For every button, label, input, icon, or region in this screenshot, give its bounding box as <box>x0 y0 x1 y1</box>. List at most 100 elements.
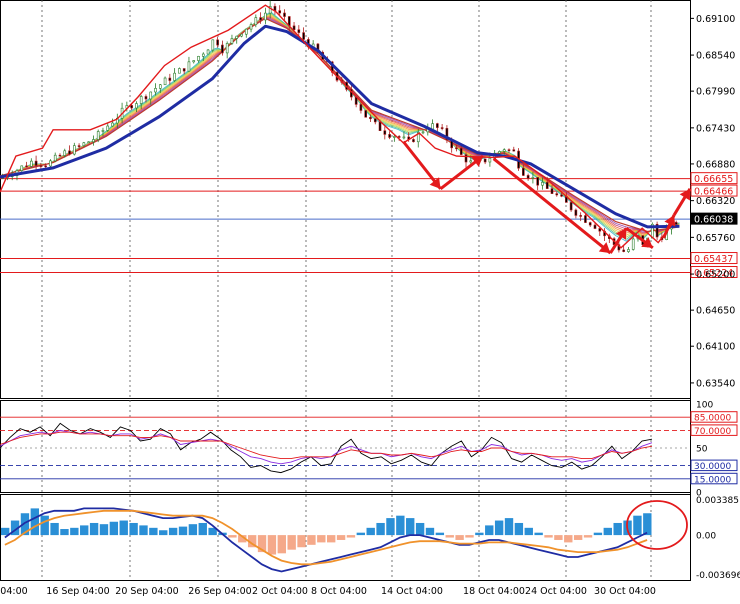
rsi-tick-label: 15.0000 <box>694 475 731 485</box>
macd-histogram-bar <box>307 535 316 545</box>
x-tick-label: 2 Oct 04:00 <box>252 586 308 597</box>
x-tick-label: 14 Oct 04:00 <box>381 586 443 597</box>
macd-histogram-bar <box>119 520 128 536</box>
candle-body <box>359 104 363 111</box>
candle-body <box>522 167 525 176</box>
level-label: 0.66038 <box>694 215 733 226</box>
macd-histogram-bar <box>109 521 119 536</box>
candle-body <box>149 91 153 100</box>
candle-body <box>144 96 148 100</box>
macd-histogram-bar <box>554 535 563 540</box>
forex-chart[interactable]: 0.666550.664660.660380.654370.65224 1008… <box>0 0 740 600</box>
candle-body <box>63 150 67 156</box>
macd-histogram-bar <box>544 535 553 538</box>
x-tick-label: 26 Sep 04:00 <box>188 586 251 597</box>
rsi-tick-label: 100 <box>696 401 713 411</box>
candle-body <box>197 56 200 61</box>
candle-body <box>163 77 167 86</box>
macd-histogram-bar <box>139 525 148 536</box>
candle-body <box>58 154 62 157</box>
candle-body <box>378 121 382 131</box>
candle-body <box>68 150 71 155</box>
macd-tick-label: 0.0033851 <box>696 496 740 506</box>
candle-body <box>25 165 28 168</box>
rsi-tick-label: 70.0000 <box>694 427 731 437</box>
rsi-series-line <box>0 431 653 460</box>
macd-histogram-bar <box>475 532 484 536</box>
candle-body <box>49 160 52 167</box>
level-label: 0.66655 <box>694 174 733 185</box>
candle-body <box>574 209 578 216</box>
candle-body <box>216 39 219 46</box>
rsi-tick-label: 30.0000 <box>694 462 731 472</box>
macd-histogram-bar <box>465 535 474 538</box>
candle-body <box>388 134 391 138</box>
candle-body <box>412 139 415 143</box>
candle-body <box>536 177 539 186</box>
level-label: 0.65437 <box>694 254 733 265</box>
rsi-tick-label: 50 <box>696 445 708 455</box>
candle-body <box>206 49 210 55</box>
candle-body <box>579 215 582 217</box>
down-arrow-2 <box>492 157 612 255</box>
candle-body <box>254 17 258 26</box>
macd-histogram-bar <box>406 518 415 536</box>
candle-body <box>244 28 248 35</box>
candle-body <box>555 193 559 196</box>
candle-body <box>498 151 501 154</box>
macd-histogram-bar <box>336 535 346 540</box>
candle-body <box>393 136 396 138</box>
macd-tick-label: -0.0036967 <box>696 571 740 581</box>
macd-histogram-bar <box>643 513 652 536</box>
macd-histogram-bar <box>573 535 583 540</box>
candle-body <box>154 88 157 93</box>
macd-histogram-bar <box>89 522 99 536</box>
candle-body <box>30 160 33 167</box>
candle-body <box>235 35 239 39</box>
candle-body <box>168 77 172 81</box>
candle-body <box>225 43 229 54</box>
x-tick-label: 20 Sep 04:00 <box>115 586 178 597</box>
macd-histogram-bar <box>593 532 603 536</box>
candle-body <box>173 72 176 81</box>
x-tick-label: 8 Oct 04:00 <box>311 586 367 597</box>
candle-body <box>44 165 47 168</box>
macd-histogram-bar <box>188 524 198 536</box>
macd-histogram-bar <box>40 515 49 536</box>
price-panel[interactable]: 0.666550.664660.660380.654370.65224 <box>0 0 738 279</box>
macd-histogram-bar <box>50 522 59 536</box>
candle-body <box>87 141 90 144</box>
macd-histogram-bar <box>60 529 69 536</box>
candle-body <box>364 110 368 118</box>
candle-body <box>249 24 253 30</box>
macd-panel[interactable]: 0.0033851 0.00 -0.0036967 <box>1 496 740 581</box>
candle-body <box>627 249 630 252</box>
macd-histogram-bar <box>159 530 168 536</box>
candle-body <box>436 123 439 128</box>
candle-body <box>569 202 573 211</box>
macd-histogram-bar <box>485 525 494 536</box>
macd-histogram-bar <box>99 524 109 536</box>
price-tick-label: 0.69100 <box>696 14 735 25</box>
x-tick-label: 16 Sep 04:00 <box>46 586 109 597</box>
macd-histogram-bar <box>435 532 445 536</box>
candle-body <box>488 157 492 163</box>
price-tick-label: 0.64650 <box>696 306 735 317</box>
macd-histogram-bar <box>633 515 642 536</box>
macd-histogram-bar <box>366 527 375 536</box>
candle-body <box>431 123 434 130</box>
candle-body <box>459 147 463 155</box>
candle-body <box>39 165 43 167</box>
candle-body <box>130 105 133 109</box>
price-tick-label: 0.66880 <box>696 159 735 170</box>
candle-body <box>550 188 554 194</box>
price-tick-label: 0.66320 <box>696 196 735 207</box>
price-tick-label: 0.68540 <box>696 51 735 62</box>
candle-body <box>96 131 100 140</box>
candle-body <box>158 84 162 89</box>
rsi-panel[interactable]: 10085.000070.00005030.000015.00000 <box>0 401 738 499</box>
macd-histogram-bar <box>267 535 277 555</box>
candle-body <box>622 249 625 252</box>
candle-body <box>302 32 305 40</box>
macd-histogram-bar <box>30 508 40 536</box>
